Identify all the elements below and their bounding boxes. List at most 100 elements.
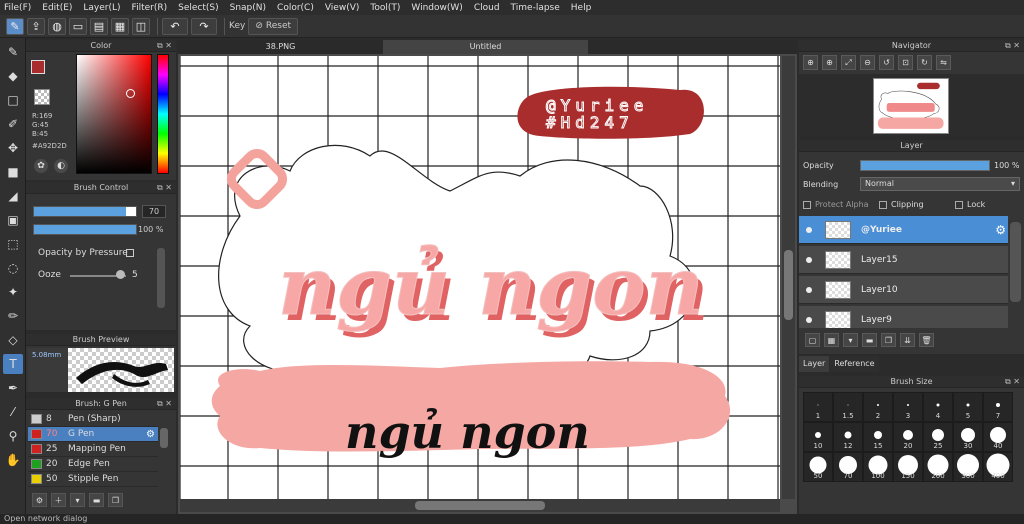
brush-settings-icon[interactable]: ⚙	[32, 493, 47, 507]
brush-size-cell[interactable]: 10	[803, 422, 833, 452]
brush-size-cell[interactable]: 4	[923, 392, 953, 422]
panel-close-icon[interactable]: ⧉ ✕	[157, 40, 172, 52]
navigator-thumbnail[interactable]	[873, 78, 949, 134]
rectangle-select-icon[interactable]: □	[3, 90, 23, 110]
reset-button[interactable]: ⊘ Reset	[248, 17, 299, 35]
brush-size-cell[interactable]: 25	[923, 422, 953, 452]
zoom-in-alt-icon[interactable]: ⊕	[822, 55, 837, 70]
duplicate-layer-icon[interactable]: ❐	[881, 333, 896, 347]
brush-list-scrollbar[interactable]	[160, 428, 168, 448]
new-layer-menu-icon[interactable]: ▾	[843, 333, 858, 347]
menu-item[interactable]: Cloud	[474, 3, 500, 13]
fill-rect-icon[interactable]: ■	[3, 162, 23, 182]
palette-icon[interactable]: ✿	[34, 159, 48, 173]
protect-alpha-option[interactable]: Protect Alpha	[803, 200, 869, 209]
folder-icon[interactable]: ▬	[89, 493, 104, 507]
new-halftone-layer-icon[interactable]: ▦	[824, 333, 839, 347]
visibility-icon[interactable]	[799, 246, 819, 274]
hand-tool-icon[interactable]: ✋	[3, 450, 23, 470]
brush-menu-icon[interactable]: ▾	[70, 493, 85, 507]
pen-nib-icon[interactable]: ✒	[3, 378, 23, 398]
lasso-icon[interactable]: ✐	[3, 114, 23, 134]
panel-close-icon[interactable]: ⧉ ✕	[1005, 40, 1020, 52]
delete-layer-icon[interactable]: 🗑	[919, 333, 934, 347]
brush-control-scrollbar[interactable]	[157, 248, 165, 308]
divide-icon[interactable]: ⁄	[3, 402, 23, 422]
brush-row[interactable]: 20 Edge Pen	[28, 457, 158, 472]
brush-size-value[interactable]: 70	[142, 205, 166, 218]
select-eraser-icon[interactable]: ◇	[3, 330, 23, 350]
zoom-out-icon[interactable]: ⊖	[860, 55, 875, 70]
zoom-in-icon[interactable]: ⊕	[803, 55, 818, 70]
panel-close-icon[interactable]: ⧉ ✕	[157, 182, 172, 194]
merge-layer-icon[interactable]: ⇊	[900, 333, 915, 347]
hue-slider[interactable]	[157, 54, 169, 174]
brush-size-cell[interactable]: 5	[953, 392, 983, 422]
brush-size-cell[interactable]: 200	[923, 452, 953, 482]
panel-close-icon[interactable]: ⧉ ✕	[1005, 376, 1020, 388]
chat-icon[interactable]: ◍	[48, 17, 66, 35]
rotate-right-icon[interactable]: ↻	[917, 55, 932, 70]
gear-icon[interactable]: ⚙	[146, 429, 155, 440]
drawing-canvas[interactable]: @Yuriee #Hd247 ngủ ngon ngủ ngon ngủ ngo…	[180, 56, 780, 499]
move-tool-icon[interactable]: ✥	[3, 138, 23, 158]
eraser-tool-icon[interactable]: ◆	[3, 66, 23, 86]
brush-size-cell[interactable]: 20	[893, 422, 923, 452]
transparent-swatch[interactable]	[34, 89, 50, 105]
reset-view-icon[interactable]: ⊡	[898, 55, 913, 70]
layer-row[interactable]: Layer10	[799, 276, 1008, 304]
visibility-icon[interactable]	[799, 306, 819, 329]
brush-size-cell[interactable]: 100	[863, 452, 893, 482]
brush-size-cell[interactable]: 1	[803, 392, 833, 422]
menu-item[interactable]: Snap(N)	[230, 3, 266, 13]
menu-item[interactable]: Filter(R)	[132, 3, 168, 13]
magic-wand-icon[interactable]: ✦	[3, 282, 23, 302]
menu-item[interactable]: Layer(L)	[83, 3, 120, 13]
menu-item[interactable]: View(V)	[325, 3, 360, 13]
color-picker-cursor[interactable]	[126, 89, 135, 98]
brush-opacity-slider[interactable]	[33, 224, 137, 235]
duplicate-icon[interactable]: ❐	[108, 493, 123, 507]
brush-size-cell[interactable]: 40	[983, 422, 1013, 452]
gear-icon[interactable]: ⚙	[995, 223, 1006, 237]
brush-row[interactable]: 50 Stipple Pen	[28, 472, 158, 487]
add-brush-icon[interactable]: ＋	[51, 493, 66, 507]
clipping-checkbox[interactable]	[879, 200, 887, 209]
comment-icon[interactable]: ▭	[69, 17, 87, 35]
blending-select[interactable]: Normal ▾	[860, 177, 1020, 191]
select-rect-icon[interactable]: ⬚	[3, 234, 23, 254]
brush-size-cell[interactable]: 2	[863, 392, 893, 422]
brush-size-cell[interactable]: 50	[803, 452, 833, 482]
eyedropper-icon[interactable]: ⚲	[3, 426, 23, 446]
tab-38-png[interactable]: 38.PNG	[178, 40, 383, 54]
brush-size-cell[interactable]: 400	[983, 452, 1013, 482]
brush-size-cell[interactable]: 7	[983, 392, 1013, 422]
visibility-icon[interactable]	[799, 216, 819, 244]
menu-item[interactable]: Color(C)	[277, 3, 314, 13]
protect-alpha-checkbox[interactable]	[803, 200, 811, 209]
gradient-icon[interactable]: ▣	[3, 210, 23, 230]
tab-reference[interactable]: Reference	[830, 356, 879, 372]
menu-item[interactable]: Select(S)	[178, 3, 219, 13]
brush-size-cell[interactable]: 1.5	[833, 392, 863, 422]
menu-item[interactable]: Edit(E)	[42, 3, 72, 13]
brush-row[interactable]: 70 G Pen ⚙	[28, 427, 158, 442]
layer-opacity-slider[interactable]	[860, 160, 990, 171]
rotate-left-icon[interactable]: ↺	[879, 55, 894, 70]
lock-option[interactable]: Lock	[955, 200, 985, 209]
brush-tool-icon[interactable]: ✎	[3, 42, 23, 62]
visibility-icon[interactable]	[799, 276, 819, 304]
canvas-vertical-scroll-thumb[interactable]	[784, 250, 793, 320]
ooze-slider-knob[interactable]	[116, 270, 125, 279]
brush-size-cell[interactable]: 12	[833, 422, 863, 452]
brush-row[interactable]: 8 Pen (Sharp)	[28, 412, 158, 427]
select-lasso-icon[interactable]: ◌	[3, 258, 23, 278]
new-layer-icon[interactable]: ▢	[805, 333, 820, 347]
layer-row[interactable]: Layer9	[799, 306, 1008, 328]
panel-close-icon[interactable]: ⧉ ✕	[157, 398, 172, 410]
brush-size-cell[interactable]: 70	[833, 452, 863, 482]
text-tool-icon[interactable]: T	[3, 354, 23, 374]
brush-size-cell[interactable]: 300	[953, 452, 983, 482]
undo-icon[interactable]: ↶	[162, 17, 188, 35]
layer-folder-icon[interactable]: ▬	[862, 333, 877, 347]
